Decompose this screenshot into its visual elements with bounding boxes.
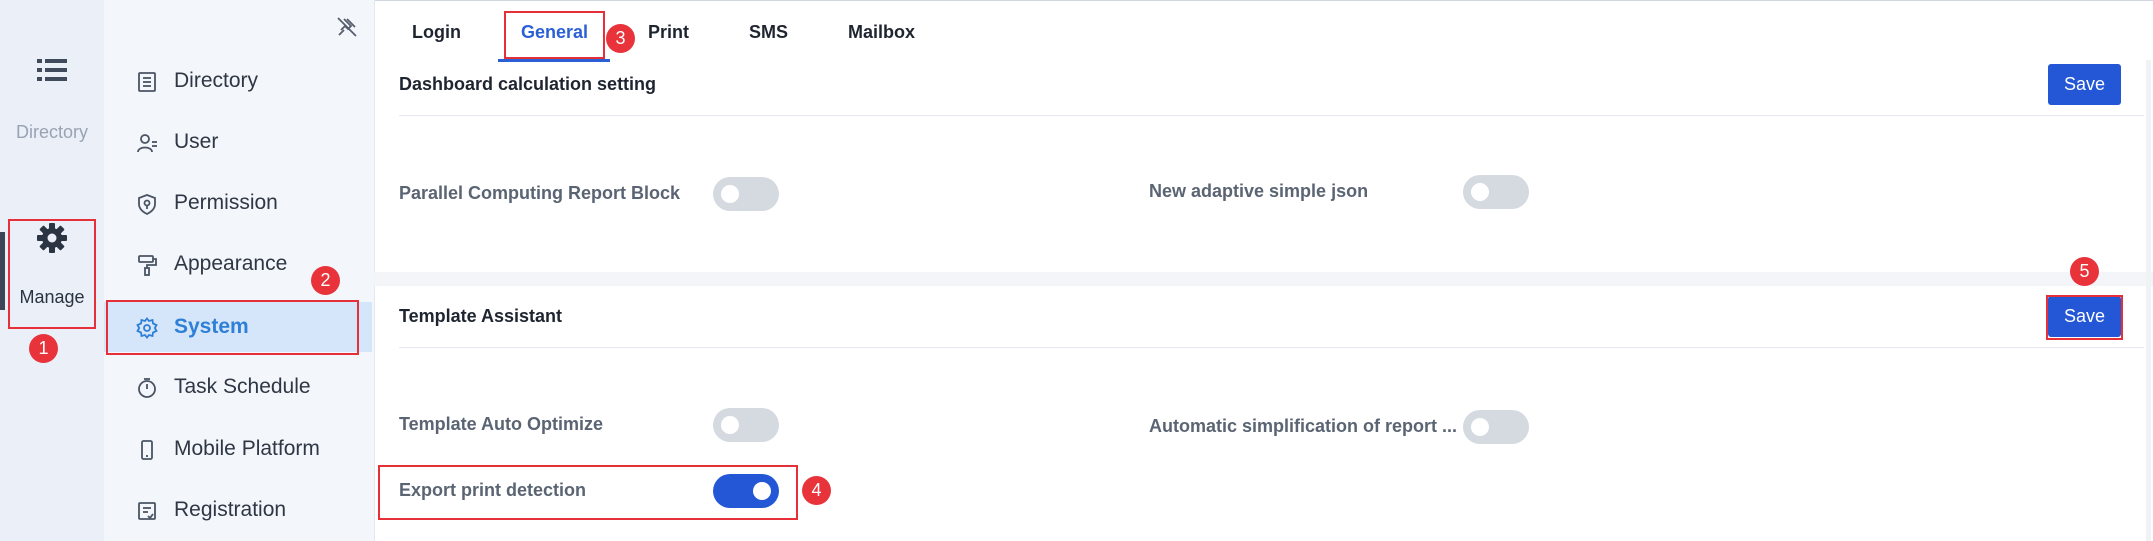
sidebar-item-label: Permission <box>174 191 278 214</box>
annotation-box-general-tab <box>504 11 605 59</box>
sidebar-item-mobile-platform[interactable]: Mobile Platform <box>104 424 372 474</box>
annotation-box-system <box>106 300 359 355</box>
setting-label-adaptive-simple-json: New adaptive simple json <box>1149 181 1369 201</box>
timer-icon <box>136 377 158 399</box>
save-button-dashboard[interactable]: Save <box>2048 64 2121 105</box>
toggle-knob <box>1471 418 1489 436</box>
setting-label-auto-simplification: Automatic simplification of report ... <box>1149 416 1458 436</box>
scrollbar[interactable] <box>2146 60 2151 541</box>
sidebar-item-label: Mobile Platform <box>174 437 320 460</box>
sidebar-item-permission[interactable]: Permission <box>104 178 372 228</box>
sidebar-item-directory[interactable]: Directory <box>104 56 372 106</box>
toggle-adaptive-simple-json[interactable] <box>1463 175 1529 209</box>
toggle-parallel-computing[interactable] <box>713 177 779 211</box>
toggle-knob <box>721 416 739 434</box>
tab-login[interactable]: Login <box>412 22 461 43</box>
section-title-dashboard: Dashboard calculation setting <box>399 74 657 94</box>
mobile-icon <box>136 439 158 461</box>
annotation-number: 5 <box>2070 257 2099 286</box>
sidebar-item-registration[interactable]: Registration <box>104 485 372 535</box>
setting-label-parallel-computing: Parallel Computing Report Block <box>399 183 681 203</box>
sidebar-item-label: Registration <box>174 498 287 521</box>
divider <box>399 347 2144 348</box>
annotation-number: 4 <box>802 476 831 505</box>
paint-roller-icon <box>136 254 158 276</box>
annotation-box-save <box>2046 295 2123 340</box>
list-icon[interactable] <box>37 58 67 87</box>
tab-mailbox[interactable]: Mailbox <box>848 22 915 43</box>
sidebar-item-label: Appearance <box>174 252 288 275</box>
toggle-auto-simplification[interactable] <box>1463 410 1529 444</box>
rail-directory-label[interactable]: Directory <box>0 122 104 143</box>
toggle-knob <box>1471 183 1489 201</box>
list-document-icon <box>136 71 158 93</box>
active-tab-indicator <box>498 59 610 62</box>
toggle-knob <box>721 185 739 203</box>
sidebar-item-user[interactable]: User <box>104 117 372 167</box>
settings-tabs <box>374 0 2153 64</box>
sidebar-item-label: Directory <box>174 69 259 92</box>
tab-sms[interactable]: SMS <box>749 22 788 43</box>
sidebar-item-task-schedule[interactable]: Task Schedule <box>104 362 372 412</box>
section-title-template-assistant: Template Assistant <box>399 306 563 326</box>
shield-icon <box>136 193 158 216</box>
annotation-number: 1 <box>29 334 58 363</box>
annotation-number: 2 <box>311 266 340 295</box>
sidebar-item-label: Task Schedule <box>174 375 311 398</box>
section-separator <box>374 272 2153 286</box>
tab-print[interactable]: Print <box>648 22 689 43</box>
pin-off-icon[interactable] <box>336 16 358 43</box>
divider <box>399 115 2144 116</box>
annotation-number: 3 <box>606 24 635 53</box>
annotation-box-export-print-detection <box>378 465 798 520</box>
registration-icon <box>136 500 158 522</box>
setting-label-template-auto-optimize: Template Auto Optimize <box>399 414 604 434</box>
annotation-box-manage <box>8 219 96 329</box>
sidebar-item-label: User <box>174 130 219 153</box>
toggle-template-auto-optimize[interactable] <box>713 408 779 442</box>
user-icon <box>136 132 158 154</box>
